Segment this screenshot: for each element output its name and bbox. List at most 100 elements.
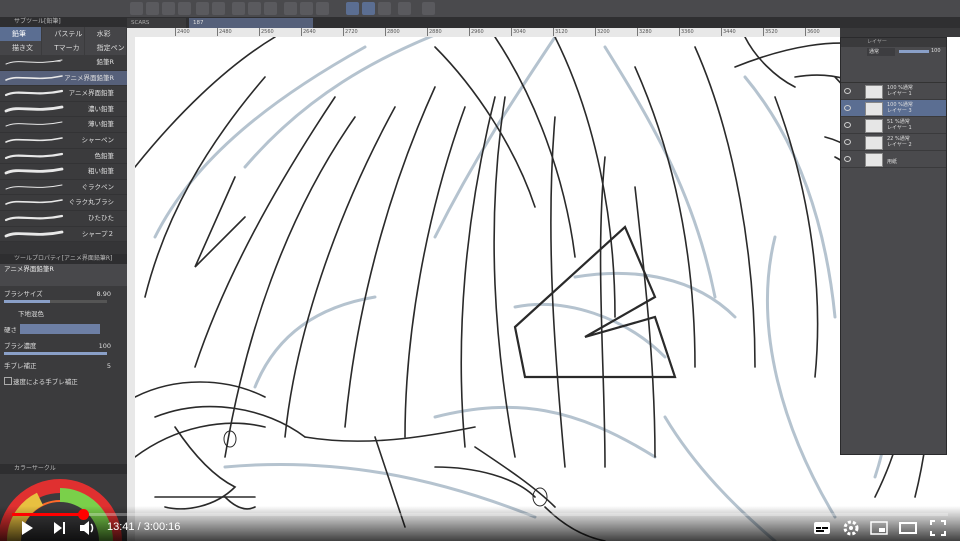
miniplayer-icon[interactable] <box>870 519 888 537</box>
brush-item-label: アニメ界面鉛筆 <box>68 89 114 98</box>
ruler-tick: 3040 <box>511 28 526 36</box>
tab-marker[interactable]: Tマーカー <box>42 41 84 66</box>
canvas-tab-187[interactable]: 187 <box>189 18 313 28</box>
open-icon[interactable] <box>146 2 159 15</box>
snap-ruler-icon[interactable] <box>346 2 359 15</box>
fullscreen-icon[interactable] <box>929 519 947 537</box>
deselect-icon[interactable] <box>300 2 313 15</box>
tab-pencil[interactable]: 鉛筆 <box>0 27 42 41</box>
brush-item[interactable]: 薄い鉛筆 <box>0 117 127 133</box>
layer-row[interactable]: 100 %通常 レイヤー 3 <box>841 100 946 117</box>
brush-item[interactable]: シャーペン <box>0 133 127 149</box>
hardness-selector[interactable] <box>20 324 100 335</box>
brush-item[interactable]: 鉛筆R <box>0 55 127 71</box>
layer-row[interactable]: 用紙 <box>841 151 946 168</box>
snap-special-ruler-icon[interactable] <box>362 2 375 15</box>
ruler-tick: 2880 <box>427 28 442 36</box>
select-icon[interactable] <box>284 2 297 15</box>
brush-item[interactable]: ぐラクペン <box>0 180 127 196</box>
eye-icon[interactable] <box>844 88 851 94</box>
ruler-tick: 2960 <box>469 28 484 36</box>
layer-row[interactable]: 22 %通常 レイヤー 2 <box>841 134 946 151</box>
save-icon[interactable] <box>162 2 175 15</box>
brush-item[interactable]: 色鉛筆 <box>0 149 127 165</box>
layer-row[interactable]: 100 %通常 レイヤー 1 <box>841 83 946 100</box>
brush-stroke-icon <box>4 105 64 113</box>
layer-thumbnail <box>865 153 883 167</box>
drawing-canvas[interactable] <box>135 37 960 541</box>
eye-icon[interactable] <box>844 122 851 128</box>
opacity-slider[interactable] <box>899 50 929 53</box>
tab-drawing[interactable]: 描き文 <box>0 41 42 55</box>
tab-watercolor[interactable]: 水彩 <box>84 27 126 41</box>
brush-item-label: 濃い鉛筆 <box>88 104 114 113</box>
color-circle-header: カラーサークル <box>0 464 141 474</box>
ruler-tick: 3280 <box>637 28 652 36</box>
transform-icon[interactable] <box>264 2 277 15</box>
eye-icon[interactable] <box>844 105 851 111</box>
brush-stroke-icon <box>5 59 63 65</box>
eye-icon[interactable] <box>844 139 851 145</box>
eye-icon[interactable] <box>844 156 851 162</box>
brush-item[interactable]: ぐラク丸ブラシ <box>0 195 127 211</box>
ruler-icon[interactable] <box>398 2 411 15</box>
brush-size-row[interactable]: ブラシサイズ 8.90 <box>0 286 127 306</box>
brush-stroke-icon <box>5 74 63 81</box>
stabilization-row[interactable]: 手ブレ補正 5 <box>0 358 127 374</box>
progress-bar[interactable] <box>12 509 948 520</box>
sketch-artwork <box>135 37 933 541</box>
new-icon[interactable] <box>130 2 143 15</box>
invert-icon[interactable] <box>316 2 329 15</box>
settings-ruler-icon[interactable] <box>422 2 435 15</box>
brush-item-label: ぐラク丸ブラシ <box>68 198 114 207</box>
theater-icon[interactable] <box>899 519 917 537</box>
layer-thumbnail <box>865 119 883 133</box>
snap-grid-icon[interactable] <box>378 2 391 15</box>
density-slider[interactable] <box>4 352 107 356</box>
brush-list-footer <box>0 242 127 255</box>
ruler-tick: 2480 <box>217 28 232 36</box>
blend-mode-select[interactable]: 通常 <box>867 48 895 56</box>
settings-icon[interactable] <box>842 519 860 537</box>
layer-row[interactable]: 51 %通常 レイヤー 1 <box>841 117 946 134</box>
brush-item-label: ひたひた <box>88 213 114 222</box>
redo-icon[interactable] <box>212 2 225 15</box>
ruler-tick: 2400 <box>175 28 190 36</box>
brush-item[interactable]: 粗い鉛筆 <box>0 164 127 180</box>
play-icon[interactable] <box>18 519 36 537</box>
brush-item[interactable]: 濃い鉛筆 <box>0 102 127 118</box>
subtitles-icon[interactable] <box>813 519 831 537</box>
brush-item[interactable]: アニメ界面鉛筆 <box>0 86 127 102</box>
speed-stabilization-row[interactable]: 速度による手ブレ補正 <box>0 374 127 390</box>
next-icon[interactable] <box>50 519 68 537</box>
fill-icon[interactable] <box>248 2 261 15</box>
layer-panel: レイヤー 通常 100 100 %通常 レイヤー 1 100 %通常 レイヤー 3 51… <box>840 37 947 455</box>
print-icon[interactable] <box>178 2 191 15</box>
speed-stabilization-checkbox[interactable] <box>4 377 12 386</box>
brush-item[interactable]: アニメ界面鉛筆R <box>0 70 127 87</box>
volume-icon[interactable] <box>78 519 96 537</box>
ruler-tick: 2800 <box>385 28 400 36</box>
ruler-tick: 3440 <box>721 28 736 36</box>
canvas-tab-scars[interactable]: SCARS <box>127 18 186 28</box>
hardness-row[interactable]: 硬さ <box>0 322 127 338</box>
layer-label: 100 %通常 レイヤー 1 <box>887 85 913 97</box>
brush-item[interactable]: シャープ２ <box>0 227 127 243</box>
brush-size-slider[interactable] <box>4 300 107 304</box>
brush-item[interactable]: ひたひた <box>0 211 127 227</box>
tab-pen[interactable]: 指定ペン <box>84 41 126 55</box>
brush-stroke-icon <box>4 167 64 175</box>
undo-icon[interactable] <box>196 2 209 15</box>
brush-size-label: ブラシサイズ <box>4 290 43 299</box>
tab-pastel[interactable]: パステル <box>42 27 84 41</box>
rotate-icon[interactable] <box>232 2 245 15</box>
time-display: 13:41 / 3:00:16 <box>107 521 181 533</box>
layer-name: 用紙 <box>887 159 898 165</box>
layer-thumbnail <box>865 136 883 150</box>
brush-stroke-icon <box>4 152 64 159</box>
brush-stroke-icon <box>4 90 64 97</box>
underlay-row[interactable]: 下地混色 <box>0 306 127 322</box>
brush-stroke-icon <box>5 184 63 190</box>
density-row[interactable]: ブラシ濃度 100 <box>0 338 127 358</box>
ruler-tick: 3200 <box>595 28 610 36</box>
